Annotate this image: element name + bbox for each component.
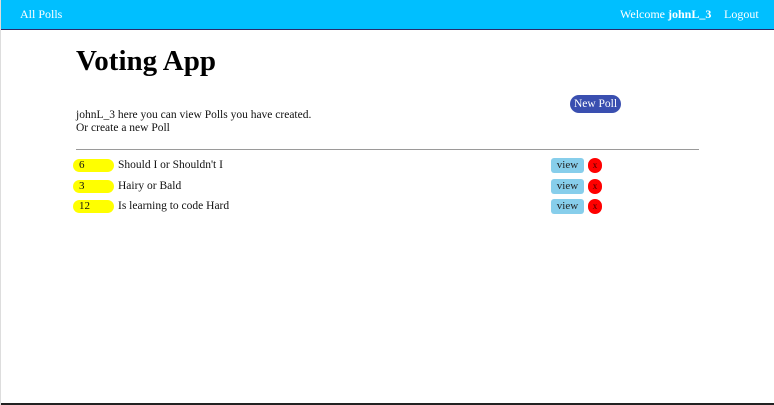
intro-text: johnL_3 here you can view Polls you have… <box>76 109 311 135</box>
vote-count-badge: 3 <box>73 180 114 193</box>
poll-question: Hairy or Bald <box>118 180 182 192</box>
poll-question: Is learning to code Hard <box>118 200 230 212</box>
delete-poll-button[interactable]: x <box>588 158 602 173</box>
navbar: All Polls Welcome johnL_3 Logout <box>1 0 774 30</box>
username: johnL_3 <box>668 7 712 21</box>
poll-row: 6 Should I or Shouldn't I view x <box>1 158 774 174</box>
page-title: Voting App <box>76 45 216 77</box>
welcome-message: Welcome johnL_3 <box>620 7 711 22</box>
poll-row: 12 Is learning to code Hard view x <box>1 199 774 215</box>
logout-link[interactable]: Logout <box>724 7 759 22</box>
vote-count-badge: 6 <box>73 159 114 172</box>
vote-count-badge: 12 <box>73 200 114 213</box>
intro-line-1: johnL_3 here you can view Polls you have… <box>76 109 312 121</box>
poll-row: 3 Hairy or Bald view x <box>1 179 774 195</box>
view-poll-button[interactable]: view <box>551 199 584 214</box>
divider <box>76 149 699 150</box>
intro-line-2: Or create a new Poll <box>76 122 170 134</box>
delete-poll-button[interactable]: x <box>588 179 602 194</box>
poll-question: Should I or Shouldn't I <box>118 159 223 171</box>
view-poll-button[interactable]: view <box>551 158 584 173</box>
welcome-prefix: Welcome <box>620 7 666 21</box>
view-poll-button[interactable]: view <box>551 179 584 194</box>
new-poll-button[interactable]: New Poll <box>570 95 621 113</box>
all-polls-link[interactable]: All Polls <box>20 7 62 22</box>
delete-poll-button[interactable]: x <box>588 199 602 214</box>
